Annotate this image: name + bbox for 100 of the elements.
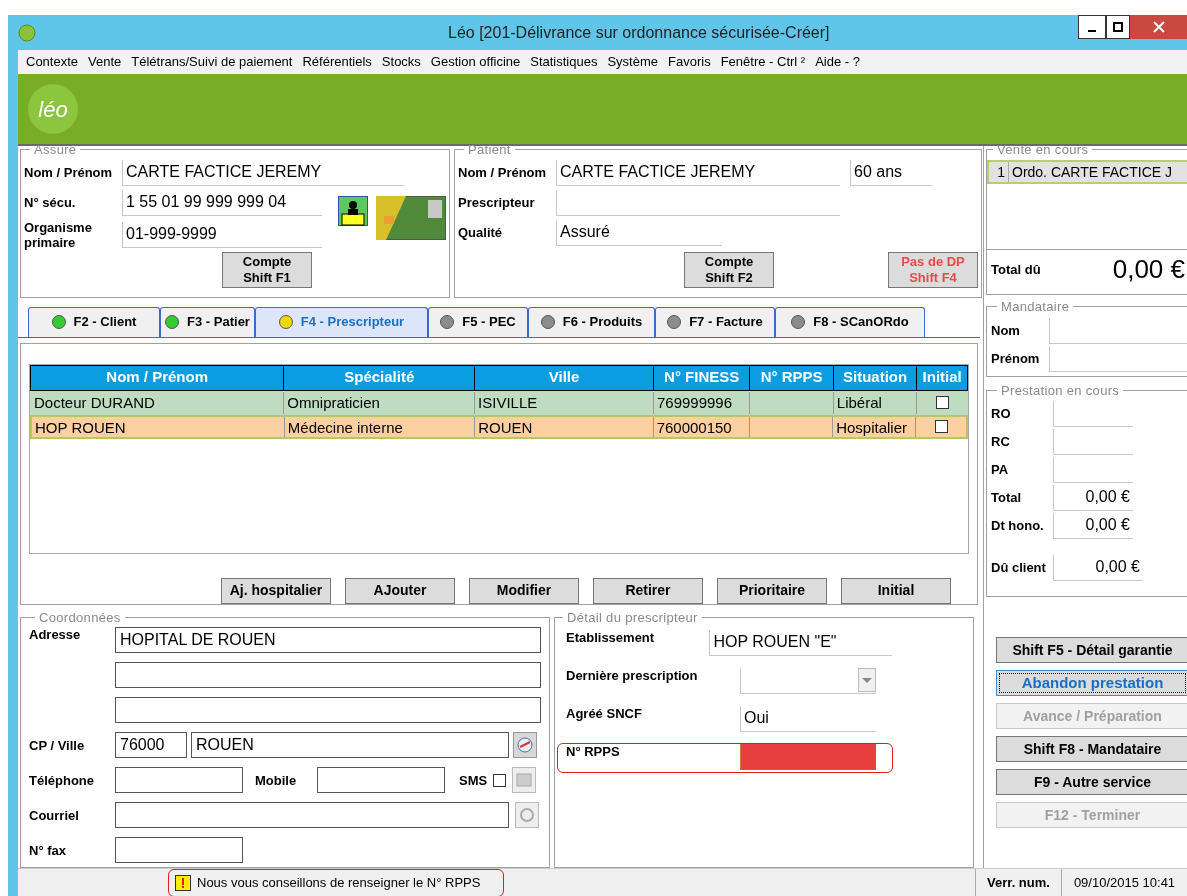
- action-button[interactable]: Shift F5 - Détail garantie: [996, 637, 1187, 663]
- close-button[interactable]: [1130, 15, 1187, 39]
- item-label: Ordo. CARTE FACTICE J: [1011, 162, 1172, 182]
- compass-icon[interactable]: [513, 732, 537, 758]
- action-button[interactable]: Prioritaire: [717, 577, 827, 604]
- text-field[interactable]: HOPITAL DE ROUEN: [115, 627, 541, 653]
- checkbox[interactable]: [935, 396, 949, 409]
- status-datetime: 09/10/2015 10:41: [1061, 869, 1187, 896]
- table-row[interactable]: HOP ROUEN Médecine interne ROUEN 760000150 Hospitalier: [30, 414, 968, 439]
- action-button[interactable]: F9 - Autre service: [996, 769, 1187, 795]
- checkbox[interactable]: [934, 420, 948, 433]
- text-field[interactable]: CARTE FACTICE JEREMY: [556, 159, 840, 186]
- field-label: Total: [991, 490, 1023, 505]
- field-label: Qualité: [458, 225, 504, 240]
- menu-item[interactable]: Favoris: [663, 52, 716, 72]
- field-label: Etablissement: [566, 630, 656, 645]
- text-field[interactable]: 0,00 €: [1053, 484, 1133, 511]
- table-cell: 769999996: [653, 391, 751, 414]
- table-cell: Libéral: [833, 391, 918, 414]
- menu-item[interactable]: Contexte: [21, 52, 84, 72]
- field-label: RC: [991, 434, 1011, 449]
- field-label: Dernière prescription: [566, 668, 699, 683]
- logo: léo: [28, 84, 78, 134]
- text-field[interactable]: [115, 662, 541, 688]
- text-field[interactable]: CARTE FACTICE JEREMY: [122, 159, 404, 186]
- menu-item[interactable]: Gestion officine: [425, 52, 526, 72]
- action-button[interactable]: Modifier: [469, 577, 579, 604]
- warning-icon: [175, 874, 191, 891]
- menu-item[interactable]: Vente: [83, 52, 127, 72]
- text-field[interactable]: 0,00 €: [1053, 512, 1133, 539]
- text-field[interactable]: 76000: [115, 732, 187, 758]
- group-title: Assuré: [33, 141, 78, 159]
- text-field[interactable]: [115, 697, 541, 723]
- maximize-button[interactable]: [1106, 15, 1130, 39]
- command-button[interactable]: Compte Shift F1: [222, 251, 312, 288]
- health-card-icon: [376, 195, 446, 240]
- tab[interactable]: F6 - Produits: [528, 306, 655, 337]
- text-field[interactable]: [115, 767, 243, 793]
- group-title: Mandataire: [1000, 298, 1071, 316]
- text-field[interactable]: ROUEN: [191, 732, 509, 758]
- item-number: 1: [989, 161, 1009, 182]
- table-row[interactable]: Docteur DURAND Omnipraticien ISIVILLE 769999996 Libéral: [30, 390, 968, 415]
- text-field[interactable]: 1 55 01 99 999 999 04: [122, 189, 322, 216]
- action-button[interactable]: Initial: [841, 577, 951, 604]
- tab[interactable]: F8 - SCanORdo: [775, 306, 925, 337]
- minimize-icon: [1088, 30, 1096, 32]
- group-title: Prestation en cours: [1000, 382, 1121, 400]
- menu-item[interactable]: Système: [602, 52, 663, 72]
- maximize-icon: [1113, 22, 1123, 32]
- table-cell: HOP ROUEN: [32, 416, 285, 437]
- text-field[interactable]: [115, 837, 243, 863]
- minimize-button[interactable]: [1078, 15, 1106, 39]
- person-icon: [338, 195, 368, 226]
- sale-item[interactable]: 1 Ordo. CARTE FACTICE J: [987, 159, 1187, 184]
- text-field[interactable]: HOP ROUEN "E": [709, 630, 892, 656]
- action-button[interactable]: Retirer: [593, 577, 703, 604]
- action-button[interactable]: Aj. hospitalier: [221, 577, 331, 604]
- tab[interactable]: F7 - Facture: [655, 306, 775, 337]
- field-label: Dû client: [991, 560, 1047, 575]
- command-button[interactable]: Compte Shift F2: [684, 251, 774, 288]
- field-label: PA: [991, 462, 1010, 477]
- table-cell: ISIVILLE: [475, 391, 654, 414]
- field-label: Mobile: [254, 772, 298, 788]
- group-title: Coordonnées: [38, 608, 122, 627]
- text-field[interactable]: 0,00 €: [1053, 554, 1143, 581]
- text-field[interactable]: [317, 767, 445, 793]
- field-label: N° RPPS: [566, 744, 621, 759]
- menu-item[interactable]: Télétrans/Suivi de paiement: [126, 52, 298, 72]
- tab[interactable]: F4 - Prescripteur: [255, 306, 428, 337]
- field-label: N° fax: [29, 842, 67, 858]
- text-field[interactable]: 60 ans: [850, 159, 932, 186]
- action-button[interactable]: Abandon prestation: [996, 670, 1187, 696]
- field-label: Nom / Prénom: [458, 165, 548, 180]
- menu-item[interactable]: Statistiques: [525, 52, 603, 72]
- text-field[interactable]: Assuré: [556, 219, 722, 246]
- table-cell: Médecine interne: [284, 416, 476, 437]
- field-label: Prénom: [991, 351, 1041, 366]
- close-icon: [1152, 21, 1165, 33]
- error-field[interactable]: [740, 744, 876, 770]
- action-button[interactable]: Shift F8 - Mandataire: [996, 736, 1187, 762]
- menu-item[interactable]: Référentiels: [297, 52, 377, 72]
- tab[interactable]: F2 - Client: [28, 306, 160, 337]
- text-field[interactable]: Oui: [740, 706, 876, 732]
- text-field[interactable]: 01-999-9999: [122, 221, 322, 248]
- checkbox[interactable]: [493, 773, 507, 787]
- total-amount: 0,00 €: [1112, 252, 1185, 286]
- action-button[interactable]: AJouter: [345, 577, 455, 604]
- field-label: Agréé SNCF: [566, 706, 643, 721]
- group-title: Détail du prescripteur: [566, 608, 699, 627]
- tab[interactable]: F5 - PEC: [428, 306, 528, 337]
- text-field[interactable]: [115, 802, 509, 828]
- tab[interactable]: F3 - Patier: [160, 306, 255, 337]
- menu-item[interactable]: Stocks: [376, 52, 426, 72]
- group-title: Patient: [467, 141, 512, 159]
- field-label: Nom / Prénom: [24, 165, 114, 180]
- field-label: Dt hono.: [991, 518, 1045, 533]
- field-label: N° sécu.: [24, 195, 77, 210]
- table-cell: ROUEN: [475, 416, 654, 437]
- menu-item[interactable]: Aide - ?: [810, 52, 865, 72]
- menu-item[interactable]: Fenêtre - Ctrl ²: [715, 52, 811, 72]
